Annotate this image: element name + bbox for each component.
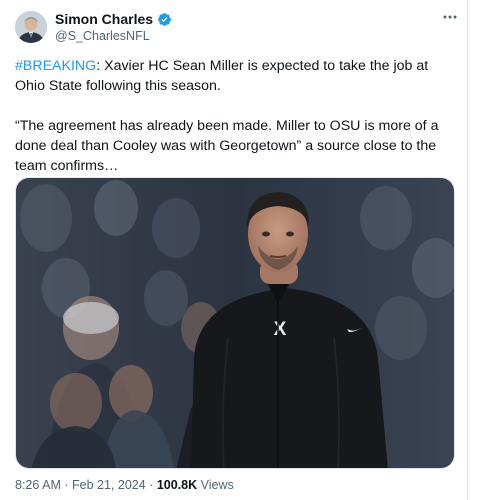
tweet-media[interactable]: X — [15, 177, 455, 469]
views-label: Views — [200, 478, 234, 492]
meta-separator: · — [64, 478, 69, 492]
tweet-text: #BREAKING: Xavier HC Sean Miller is expe… — [15, 56, 455, 176]
tweet-date[interactable]: Feb 21, 2024 — [72, 478, 146, 492]
author-handle[interactable]: @S_CharlesNFL — [55, 29, 150, 44]
tweet-photo: X — [16, 178, 454, 468]
avatar[interactable] — [15, 11, 47, 43]
author-display-name[interactable]: Simon Charles — [55, 11, 153, 28]
hashtag-link[interactable]: #BREAKING — [15, 58, 96, 74]
meta-separator: · — [149, 478, 154, 492]
author-name-row: Simon Charles — [55, 11, 172, 28]
tweet-paragraph-1: #BREAKING: Xavier HC Sean Miller is expe… — [15, 56, 455, 96]
tweet-card: Simon Charles @S_CharlesNFL #BREAKING: X… — [0, 0, 468, 500]
avatar-image — [15, 11, 47, 43]
more-options-icon[interactable] — [442, 12, 458, 22]
tweet-time[interactable]: 8:26 AM — [15, 478, 61, 492]
verified-badge-icon — [158, 13, 171, 26]
tweet-paragraph-2: “The agreement has already been made. Mi… — [15, 118, 439, 174]
tweet-meta: 8:26 AM · Feb 21, 2024 · 100.8K Views — [15, 477, 234, 493]
views-count: 100.8K — [156, 478, 198, 492]
jersey-logo: X — [274, 319, 287, 340]
